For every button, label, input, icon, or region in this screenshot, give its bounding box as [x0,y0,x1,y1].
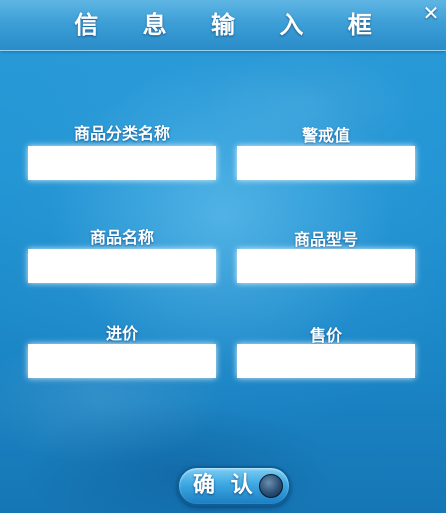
category-name-field[interactable] [28,146,216,180]
category-name-label: 商品分类名称 [73,124,170,143]
sale-price-label: 售价 [309,326,342,345]
purchase-price-field[interactable] [28,344,216,378]
close-icon[interactable]: ✕ [420,2,442,24]
confirm-button-label: 确 认 [193,473,257,498]
alert-value-field[interactable] [237,146,415,180]
product-name-label: 商品名称 [89,228,154,247]
product-name-field[interactable] [28,249,216,283]
orb-icon [259,474,283,498]
title-bar: 信 息 输 入 框 [0,0,446,51]
purchase-price-label: 进价 [105,324,138,343]
product-model-label: 商品型号 [293,230,358,249]
sale-price-field[interactable] [237,344,415,378]
product-model-field[interactable] [237,249,415,283]
dialog-title: 信 息 输 入 框 [74,11,390,39]
confirm-button[interactable]: 确 认 [177,466,291,506]
info-input-dialog: 信 息 输 入 框 ✕ 商品分类名称 警戒值 商品名称 商品型号 进价 售价 确… [0,0,446,513]
alert-value-label: 警戒值 [301,126,350,145]
